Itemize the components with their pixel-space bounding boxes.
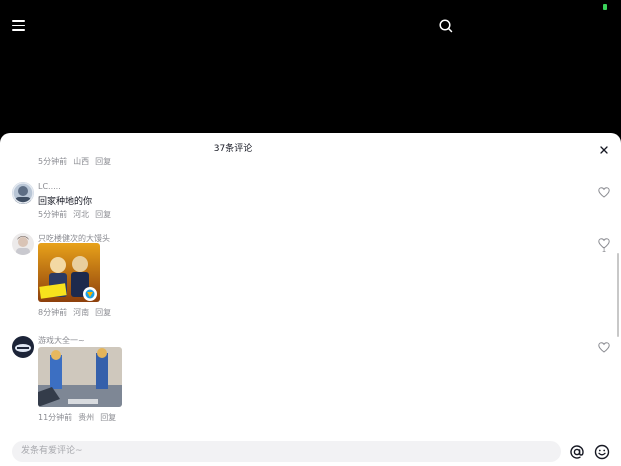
comment-input-bar — [0, 433, 621, 466]
comment-input[interactable] — [12, 441, 561, 462]
avatar[interactable] — [12, 233, 34, 255]
reply-button[interactable]: 回复 — [100, 413, 116, 422]
comment-item: 只吃楼健次的大馒头 8分钟前 河南 回复 1 — [0, 230, 621, 325]
comment-list[interactable]: 5分钟前 山西 回复 LC..... 回家种地的你 5分钟前 河北 回复 只吃楼… — [0, 155, 621, 433]
comment-meta: 5分钟前 河北 回复 — [38, 209, 117, 220]
heart-icon[interactable] — [598, 234, 610, 249]
comment-image[interactable] — [38, 347, 122, 407]
heart-icon[interactable] — [598, 183, 610, 198]
close-icon[interactable] — [598, 141, 610, 154]
comment-time: 5分钟前 — [38, 157, 68, 166]
battery-indicator — [603, 4, 607, 10]
comment-item: LC..... 回家种地的你 5分钟前 河北 回复 — [0, 177, 621, 219]
menu-icon[interactable] — [12, 18, 26, 32]
comment-location: 山西 — [73, 157, 90, 166]
comments-count-title: 37条评论 — [213, 144, 253, 154]
comment-time: 8分钟前 — [38, 308, 68, 317]
comment-meta: 11分钟前 贵州 回复 — [38, 412, 122, 423]
avatar[interactable] — [12, 182, 34, 204]
like-count: 1 — [601, 246, 607, 254]
scrollbar[interactable] — [617, 253, 619, 337]
reply-button[interactable]: 回复 — [95, 308, 111, 317]
comment-username[interactable]: LC..... — [38, 182, 61, 191]
comment-time: 11分钟前 — [38, 413, 73, 422]
comment-location: 河北 — [73, 210, 90, 219]
search-icon[interactable] — [439, 18, 453, 33]
heart-icon[interactable] — [598, 338, 610, 353]
comment-username[interactable]: 游戏大全一~ — [38, 335, 85, 346]
at-icon[interactable] — [569, 444, 585, 460]
comment-location: 贵州 — [78, 413, 95, 422]
comment-location: 河南 — [73, 308, 90, 317]
emoji-icon[interactable] — [594, 444, 610, 460]
avatar[interactable] — [12, 336, 34, 358]
comment-item: 游戏大全一~ 11分钟前 贵州 回复 — [0, 333, 621, 433]
comment-meta-partial: 5分钟前 山西 回复 — [38, 156, 117, 167]
comment-image[interactable] — [38, 243, 100, 302]
reply-button[interactable]: 回复 — [95, 210, 111, 219]
comment-meta: 8分钟前 河南 回复 — [38, 307, 117, 318]
comment-time: 5分钟前 — [38, 210, 68, 219]
top-bar — [0, 0, 621, 133]
comment-text: 回家种地的你 — [38, 197, 93, 207]
reply-button[interactable]: 回复 — [95, 157, 111, 166]
comments-sheet: 37条评论 5分钟前 山西 回复 LC..... 回家种地的你 5分钟前 河北 … — [0, 133, 621, 466]
